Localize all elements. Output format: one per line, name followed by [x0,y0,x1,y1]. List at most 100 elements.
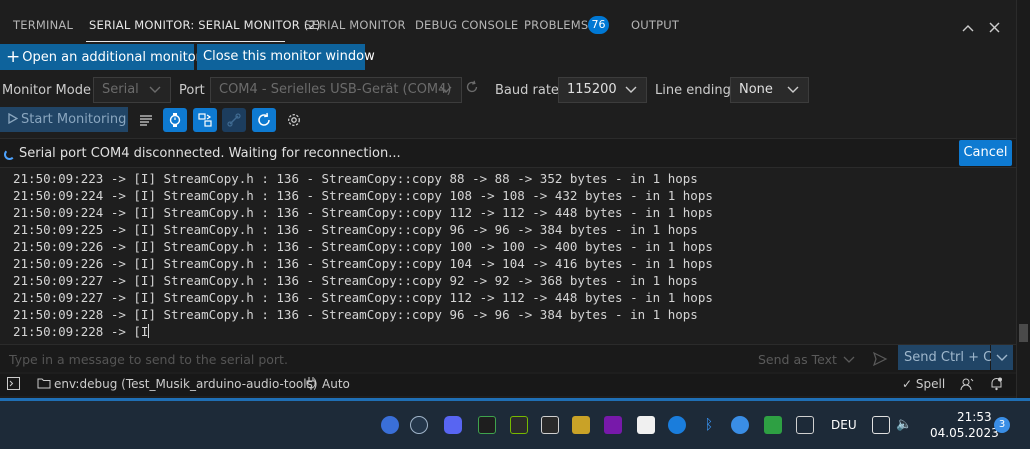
security-icon[interactable] [764,416,782,434]
monitor-mode-label: Monitor Mode [2,83,91,98]
clear-output-button[interactable] [134,108,158,132]
app-tray-icon[interactable] [381,416,399,434]
output-line: 21:50:09:224 -> [I] StreamCopy.h : 136 -… [13,188,713,203]
media-player-icon[interactable] [478,416,496,434]
tab-problems[interactable]: PROBLEMS [524,18,588,32]
editor-scrollbar[interactable] [1016,0,1030,398]
spell-check-toggle[interactable]: ✓ Spell [902,377,945,391]
display-icon[interactable] [541,416,559,434]
chevron-down-icon [787,86,799,93]
send-button[interactable]: Send Ctrl + C [898,345,992,370]
chevron-down-icon [843,356,855,363]
chevron-down-icon [149,86,161,93]
baud-rate-select[interactable]: 115200 [558,77,647,103]
start-monitoring-button[interactable]: Start Monitoring [0,107,128,132]
connection-status-bar: Serial port COM4 disconnected. Waiting f… [0,138,1016,168]
problems-count-badge: 76 [588,16,609,34]
bluetooth-icon[interactable]: ᛒ [700,416,718,434]
nvidia-icon[interactable] [510,416,528,434]
port-value: COM4 - Serielles USB-Gerät (COM4) [219,82,452,97]
notification-badge[interactable]: 3 [994,417,1010,433]
close-panel-icon[interactable] [989,22,1000,37]
open-additional-monitor-button[interactable]: + Open an additional monitor [0,44,201,70]
link-icon [227,113,241,127]
output-line-last: 21:50:09:228 -> [I [13,323,1003,340]
maximize-panel-icon[interactable] [962,22,974,37]
serial-output[interactable]: 21:50:09:223 -> [I] StreamCopy.h : 136 -… [13,170,1003,340]
output-line: 21:50:09:227 -> [I] StreamCopy.h : 136 -… [13,290,713,305]
keyboard-icon[interactable] [796,416,814,434]
send-icon[interactable] [872,351,888,367]
accounts-icon[interactable] [960,377,974,394]
line-ending-label: Line ending [655,83,731,98]
folder-icon [37,377,51,392]
open-monitor-label: Open an additional monitor [22,50,201,65]
onedrive-icon[interactable] [731,416,749,434]
refresh-ports-icon[interactable] [465,80,479,98]
cancel-button[interactable]: Cancel [959,140,1012,166]
loading-spinner-icon [4,149,15,160]
auto-reconnect-button[interactable] [252,108,276,132]
tab-serial-monitor-2[interactable]: SERIAL MONITOR: SERIAL MONITOR (2) [89,18,321,32]
line-ending-value: None [739,82,773,97]
tab-output[interactable]: OUTPUT [631,18,679,32]
output-line: 21:50:09:225 -> [I] StreamCopy.h : 136 -… [13,222,698,237]
output-line: 21:50:09:227 -> [I] StreamCopy.h : 136 -… [13,273,698,288]
spell-label: Spell [915,377,946,391]
output-line: 21:50:09:228 -> [I] StreamCopy.h : 136 -… [13,307,698,322]
toggle-hex-button[interactable] [193,108,217,132]
panel-tabs: TERMINAL SERIAL MONITOR: SERIAL MONITOR … [0,8,1016,42]
clock-time[interactable]: 21:53 [957,410,992,424]
clear-all-icon [140,115,152,126]
port-select[interactable]: COM4 - Serielles USB-Gerät (COM4) [210,77,462,103]
swap-icon [198,113,212,127]
terminal-icon[interactable] [7,377,20,393]
browser-icon[interactable] [668,416,686,434]
text-cursor [148,324,150,338]
message-input-row: Type in a message to send to the serial … [0,344,1016,372]
scrollbar-thumb[interactable] [1019,324,1028,342]
output-line: 21:50:09:224 -> [I] StreamCopy.h : 136 -… [13,205,713,220]
send-as-select[interactable]: Send as Text [758,352,837,367]
start-monitoring-label: Start Monitoring [21,112,127,127]
tab-terminal[interactable]: TERMINAL [13,18,73,32]
connect-button[interactable] [222,108,246,132]
output-line: 21:50:09:226 -> [I] StreamCopy.h : 136 -… [13,256,713,271]
plug-icon [306,377,316,393]
port-label: Port [179,83,205,98]
app-icon[interactable] [637,416,655,434]
windows-taskbar: ᛒ DEU 🔈 21:53 04.05.2023 3 [0,401,1030,449]
output-line: 21:50:09:226 -> [I] StreamCopy.h : 136 -… [13,239,713,254]
close-monitor-button[interactable]: Close this monitor window [197,44,375,70]
settings-button[interactable] [282,108,306,132]
message-input[interactable]: Type in a message to send to the serial … [9,352,288,367]
line-ending-select[interactable]: None [730,77,809,103]
image-app-icon[interactable] [572,416,590,434]
clock-date[interactable]: 04.05.2023 [930,426,999,440]
notifications-icon[interactable] [990,377,1003,394]
output-line-text: 21:50:09:228 -> [I [13,324,149,339]
active-tab-indicator [86,41,285,42]
toggle-timestamp-button[interactable] [163,108,187,132]
port-auto-selector[interactable]: Auto [322,377,350,391]
tab-serial-monitor[interactable]: SERIAL MONITOR [304,18,406,32]
monitor-mode-value: Serial [102,82,139,97]
onenote-icon[interactable] [604,416,622,434]
steam-icon[interactable] [410,416,428,434]
env-selector[interactable]: env:debug (Test_Musik_arduino-audio-tool… [54,377,318,391]
network-icon[interactable] [872,416,890,434]
tab-debug-console[interactable]: DEBUG CONSOLE [415,18,518,32]
discord-icon[interactable] [444,416,462,434]
status-message: Serial port COM4 disconnected. Waiting f… [19,146,401,161]
baud-rate-label: Baud rate [495,83,559,98]
input-language[interactable]: DEU [831,418,857,432]
refresh-icon [258,112,270,126]
chevron-down-icon [625,86,637,93]
serial-monitor-panel: TERMINAL SERIAL MONITOR: SERIAL MONITOR … [0,0,1016,398]
chevron-down-icon [440,86,452,93]
send-options-button[interactable] [991,345,1013,370]
gear-icon [288,114,300,126]
check-icon: ✓ [902,377,913,391]
monitor-mode-select[interactable]: Serial [93,77,171,103]
volume-icon[interactable]: 🔈 [896,416,914,434]
